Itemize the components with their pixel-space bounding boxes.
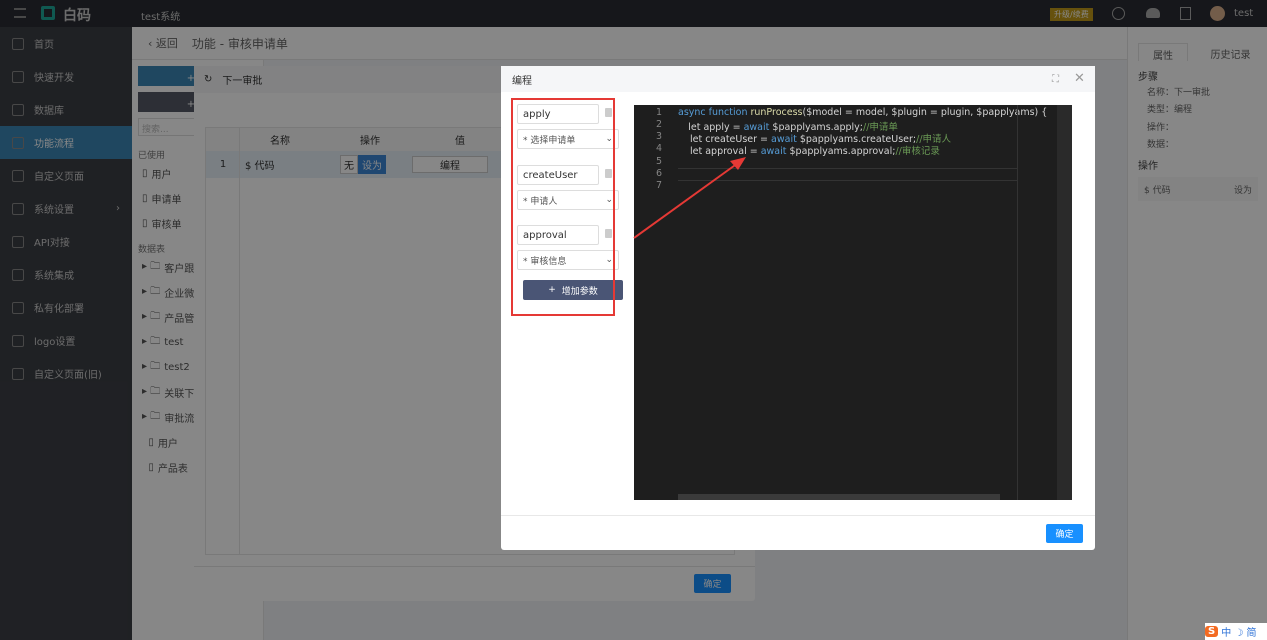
sogou-icon: S <box>1205 626 1219 637</box>
ime-label: 中 ☽ 简 <box>1221 628 1257 639</box>
annotation-arrow <box>633 157 746 239</box>
ime-indicator[interactable]: S 中 ☽ 简 <box>1205 623 1267 640</box>
